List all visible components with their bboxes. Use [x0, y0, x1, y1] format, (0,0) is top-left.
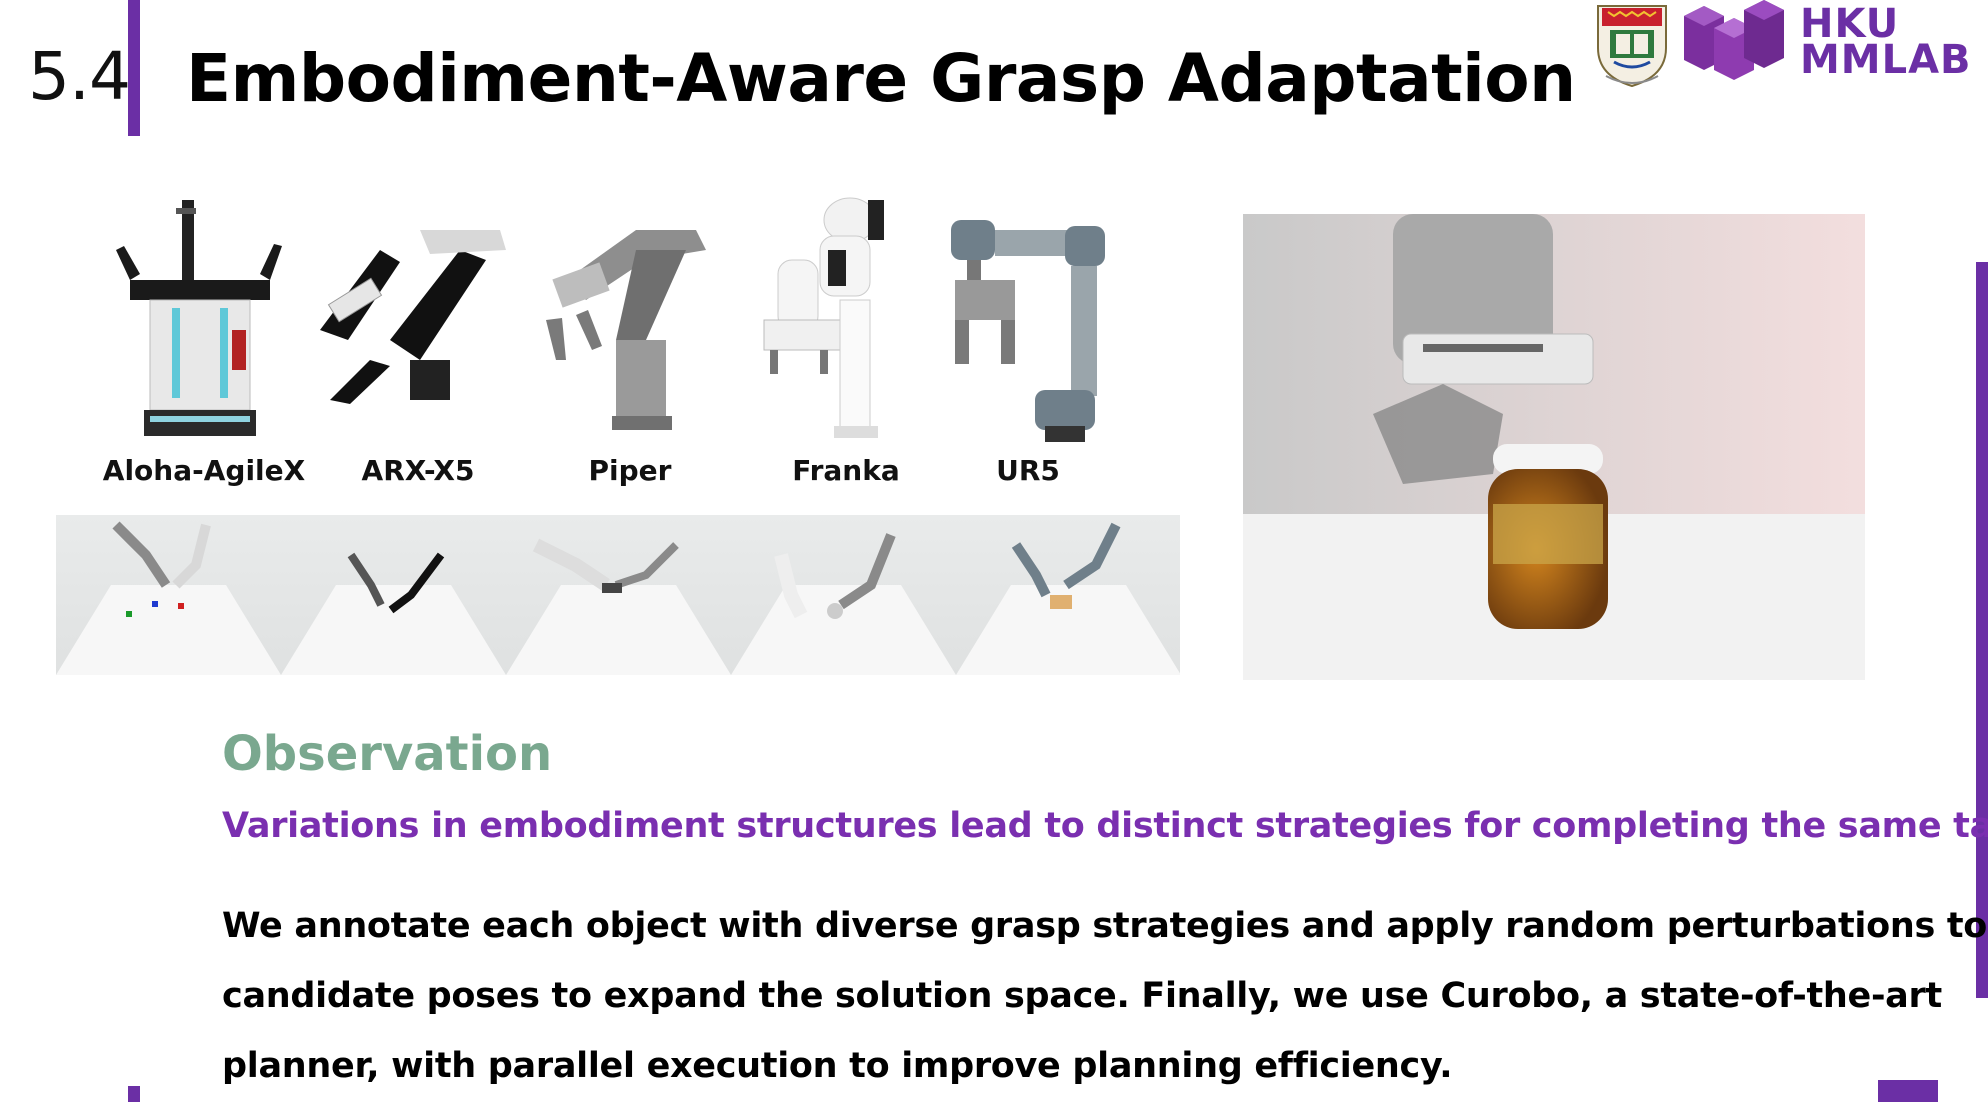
franka-robot-image — [763, 197, 884, 438]
title-divider-bar — [128, 0, 140, 136]
observation-statement: Variations in embodiment structures lead… — [222, 806, 1988, 846]
body-text-line: candidate poses to expand the solution s… — [222, 976, 1942, 1016]
robot-label-franka: Franka — [792, 454, 900, 487]
robot-label-piper: Piper — [588, 454, 672, 487]
mmlab-logo-mark — [1684, 0, 1784, 80]
sim-scene-ur5 — [956, 522, 1180, 675]
sim-scene-piper — [506, 538, 731, 675]
footer-accent-right — [1878, 1080, 1938, 1102]
robot-label-ur5: UR5 — [996, 454, 1060, 487]
simulation-strip — [56, 515, 1180, 675]
observation-heading: Observation — [222, 726, 553, 782]
robot-label-aloha-agilex: Aloha-AgileX — [102, 454, 306, 487]
sim-scene-arx-x5 — [281, 552, 506, 675]
hku-crest-logo — [1597, 5, 1667, 88]
footer-accent-left — [128, 1086, 140, 1102]
grasp-demo-image — [1243, 214, 1865, 680]
section-number: 5.4 — [28, 38, 131, 115]
logo-line-mmlab: MMLAB — [1800, 37, 1972, 83]
slide-title: Embodiment-Aware Grasp Adaptation — [186, 40, 1576, 117]
piper-robot-image — [546, 230, 706, 430]
body-text-line: planner, with parallel execution to impr… — [222, 1046, 1453, 1086]
hku-mmlab-wordmark: HKU MMLAB — [1800, 4, 1972, 83]
body-text-line: We annotate each object with diverse gra… — [222, 906, 1988, 946]
arx-x5-robot-image — [320, 230, 506, 404]
robot-label-arx-x5: ARX-X5 — [361, 454, 475, 487]
ur5-robot-image — [951, 220, 1105, 442]
right-accent-bar — [1976, 262, 1988, 998]
sim-scene-aloha-agilex — [56, 521, 281, 675]
sim-scene-franka — [731, 533, 956, 675]
aloha-agilex-robot-image — [116, 200, 282, 436]
